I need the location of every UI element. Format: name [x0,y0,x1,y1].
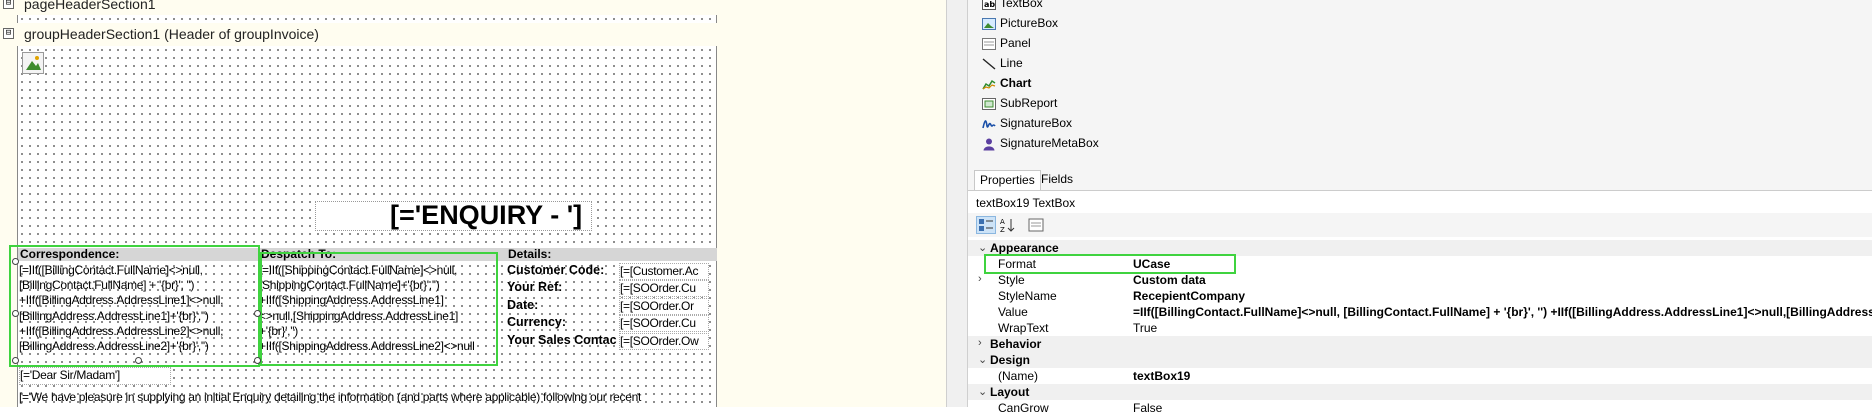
toolbox-item-signaturemetabox[interactable]: SignatureMetaBox [976,134,1276,154]
sort-alpha-icon: AZ [1000,218,1015,234]
chevron-down-icon[interactable]: ⌄ [978,353,990,366]
svg-text:Z: Z [1000,226,1005,233]
signaturebox-icon [982,120,996,129]
tab-fields[interactable]: Fields [1036,170,1078,189]
toolbox-item-label: Panel [1000,36,1031,50]
band-label: groupHeaderSection1 (Header of groupInvo… [24,26,319,42]
panel-icon [982,38,996,50]
picturebox-logo[interactable] [22,52,44,74]
category-layout[interactable]: ⌄ Layout [968,384,1872,400]
enquiry-title-textbox[interactable]: [='ENQUIRY - '] [315,200,592,231]
detail-value[interactable]: [=[SOOrder.Cu [619,280,709,297]
property-row-wraptext[interactable]: WrapText True [968,320,1872,336]
toolbox-item-panel[interactable]: Panel [976,34,1276,54]
chevron-right-icon[interactable]: › [978,273,990,285]
resize-handle[interactable] [254,357,261,364]
selection-outline-correspondence [9,245,260,367]
selection-outline-format [984,254,1236,274]
side-panel: ab TextBox PictureBox Panel Line Chart S… [968,0,1872,415]
toolbox-item-line[interactable]: Line [976,54,1276,74]
property-grid: ⌄ Appearance Format UCase › Style Custom… [968,237,1872,415]
property-pages-icon [1028,218,1044,232]
property-row-value[interactable]: Value =IIf([BillingContact.FullName]<>nu… [968,304,1872,320]
band-label: pageHeaderSection1 [24,0,156,12]
toolbox-item-label: Chart [1000,76,1032,90]
band-group-header[interactable]: ⊟ groupHeaderSection1 (Header of groupIn… [0,23,946,45]
alphabetical-button[interactable]: AZ [998,216,1018,234]
svg-text:ab: ab [984,0,995,9]
collapse-toggle-icon[interactable]: ⊟ [3,0,14,9]
svg-text:A: A [1000,218,1005,226]
resize-handle[interactable] [12,310,19,317]
report-designer-surface[interactable]: ⊟ pageHeaderSection1 ⊟ groupHeaderSectio… [0,0,946,407]
toolbox-item-subreport[interactable]: SubReport [976,94,1276,114]
resize-handle[interactable] [12,258,19,265]
properties-tabs: Properties Fields [968,170,1872,190]
resize-handle[interactable] [254,310,261,317]
selected-object-name: textBox19 TextBox [976,196,1076,210]
toolbox-item-signaturebox[interactable]: SignatureBox [976,114,1276,134]
toolbox-item-textbox[interactable]: ab TextBox [976,0,1276,14]
detail-label[interactable]: Your Sales Contac [507,333,617,348]
toolbox-item-label: Line [1000,56,1023,70]
toolbox-item-picturebox[interactable]: PictureBox [976,14,1276,34]
chart-icon [982,79,996,90]
property-row-stylename[interactable]: StyleName RecepientCompany [968,288,1872,304]
property-pages-button[interactable] [1026,216,1046,234]
band-page-header[interactable]: ⊟ pageHeaderSection1 [0,0,946,15]
pane-splitter[interactable] [946,0,968,407]
toolbox-item-label: SignatureMetaBox [1000,136,1099,150]
toolbox-item-chart[interactable]: Chart [976,74,1276,94]
category-design[interactable]: ⌄ Design [968,352,1872,368]
property-row-style[interactable]: › Style Custom data [968,272,1872,288]
property-grid-toolbar: AZ [968,213,1872,237]
categorized-icon [979,219,993,231]
category-behavior[interactable]: › Behavior [968,336,1872,352]
toolbox-item-label: PictureBox [1000,16,1059,30]
detail-value[interactable]: [=[SOOrder.Cu [619,315,709,332]
detail-label[interactable]: Customer Code: [507,263,617,278]
enquiry-title-text: [='ENQUIRY - '] [390,200,583,230]
toolbox-item-label: SignatureBox [1000,116,1073,130]
detail-label[interactable]: Date: [507,298,617,313]
chevron-right-icon[interactable]: › [978,337,990,349]
detail-label[interactable]: Currency: [507,315,617,330]
intro-textbox[interactable]: [='We have pleasure in supplying an init… [19,390,713,406]
detail-value[interactable]: [=[Customer.Ac [619,263,709,280]
subreport-icon [982,98,996,110]
toolbox-item-label: SubReport [1000,96,1058,110]
signaturemetabox-icon [983,138,995,151]
page-header-canvas[interactable] [17,15,717,23]
resize-handle[interactable] [135,357,142,364]
chevron-down-icon[interactable]: ⌄ [978,241,990,254]
details-header[interactable]: Details: [506,248,717,261]
selected-object-bar[interactable]: textBox19 TextBox [968,190,1872,215]
greeting-textbox[interactable]: [='Dear Sir/Madam'] [19,367,171,385]
collapse-toggle-icon[interactable]: ⊟ [3,28,14,39]
detail-value[interactable]: [=[SOOrder.Ow [619,333,709,350]
resize-handle[interactable] [12,357,19,364]
tab-properties[interactable]: Properties [974,170,1041,190]
property-row-name[interactable]: (Name) textBox19 [968,368,1872,384]
picturebox-icon [982,18,996,30]
toolbox-item-label: TextBox [1000,0,1043,10]
textbox-icon: ab [982,0,996,10]
categorized-button[interactable] [976,216,996,234]
chevron-down-icon[interactable]: ⌄ [978,385,990,398]
selection-outline-despatch [260,252,498,366]
picture-icon [23,53,43,73]
detail-label[interactable]: Your Ref: [507,280,617,295]
line-icon [982,58,996,70]
property-row-cangrow[interactable]: CanGrow False [968,400,1872,416]
detail-value[interactable]: [=[SOOrder.Or [619,298,709,315]
